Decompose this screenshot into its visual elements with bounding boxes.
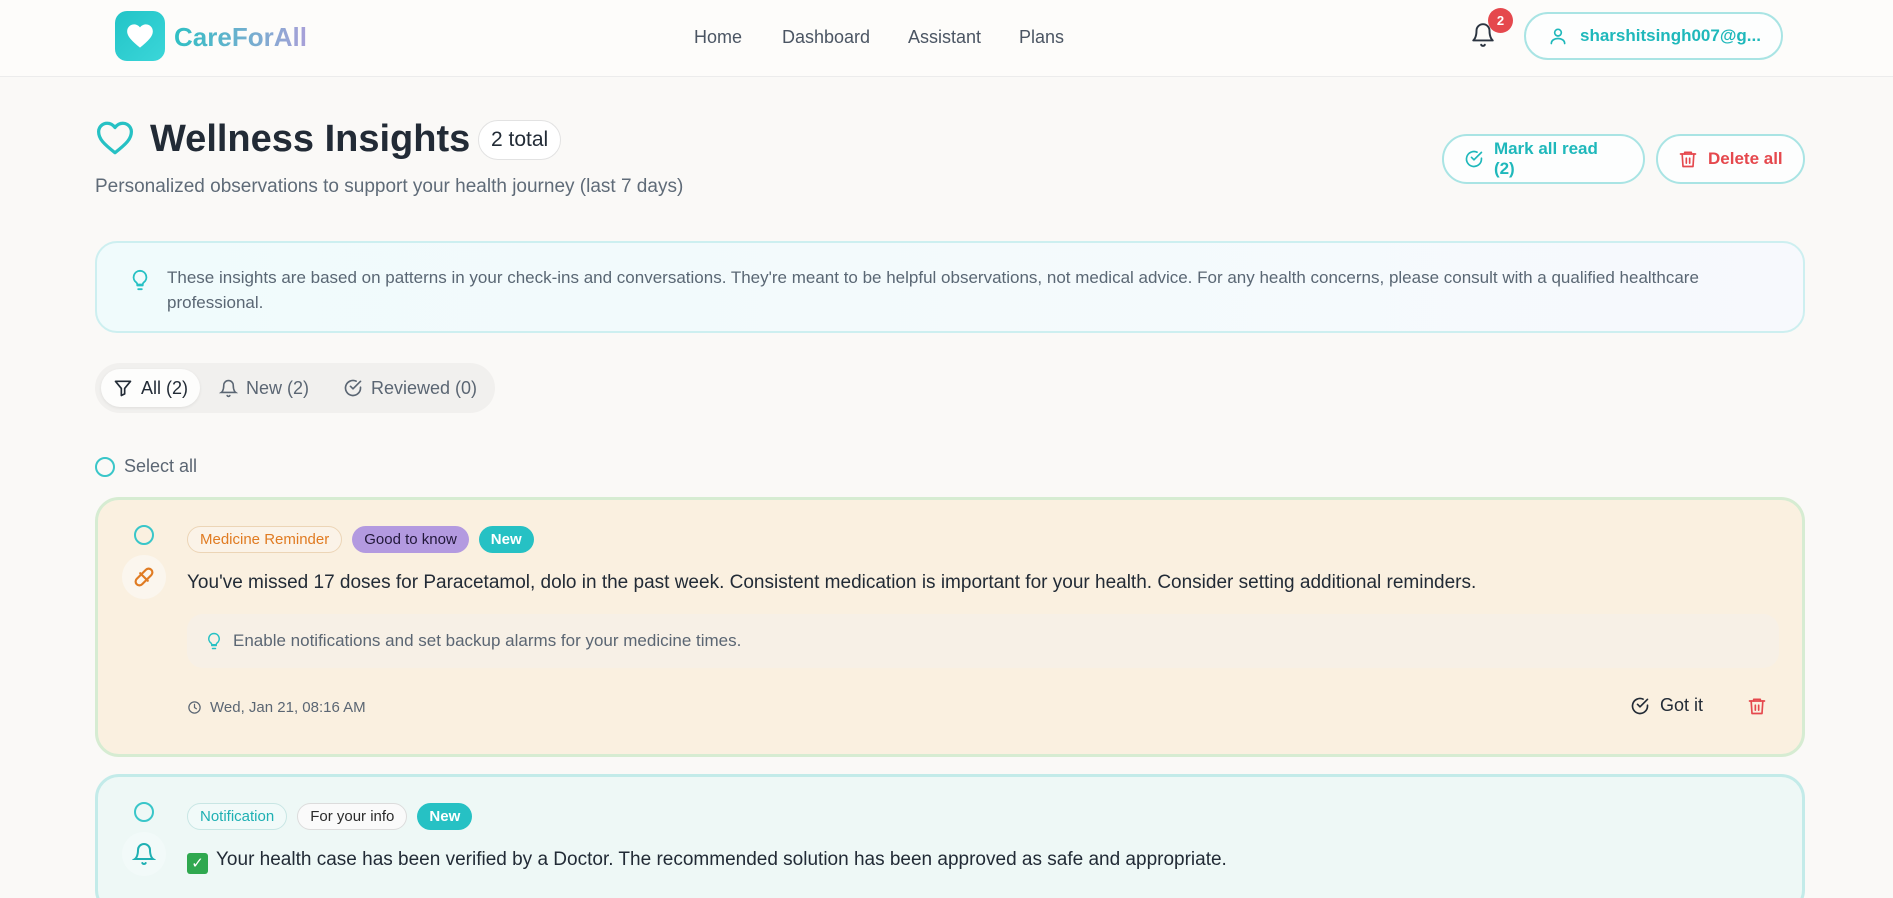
delete-insight-trash-icon[interactable] <box>1747 696 1767 721</box>
total-count-badge: 2 total <box>478 120 562 160</box>
check-circle-icon <box>1631 697 1649 714</box>
insight-message-row: ✓ Your health case has been verified by a… <box>187 849 1227 874</box>
top-navbar: CareForAll Home Dashboard Assistant Plan… <box>0 0 1893 77</box>
bell-icon <box>122 832 166 876</box>
insight-tags: Notification For your info New <box>187 803 473 830</box>
insight-tags: Medicine Reminder Good to know New <box>187 526 534 553</box>
mark-all-read-button[interactable]: Mark all read (2) <box>1442 134 1645 184</box>
user-account-button[interactable]: sharshitsingh007@g... <box>1524 12 1783 60</box>
insight-timestamp: Wed, Jan 21, 08:16 AM <box>187 699 366 716</box>
category-tag: Medicine Reminder <box>187 526 343 553</box>
status-badge: New <box>417 803 473 830</box>
insight-message: Your health case has been verified by a … <box>216 849 1227 870</box>
check-circle-icon <box>1465 150 1483 168</box>
filter-icon <box>114 380 132 397</box>
insight-card: Notification For your info New ✓ Your hea… <box>95 774 1805 898</box>
brand-name[interactable]: CareForAll <box>174 22 307 53</box>
tip-text: Enable notifications and set backup alar… <box>233 631 742 650</box>
filter-tabs: All (2) New (2) Reviewed (0) <box>95 363 495 413</box>
notification-count-badge: 2 <box>1488 8 1513 33</box>
filter-tab-new[interactable]: New (2) <box>207 369 321 407</box>
user-icon <box>1550 28 1566 45</box>
insight-select-checkbox[interactable] <box>134 525 154 545</box>
nav-home[interactable]: Home <box>694 27 742 48</box>
page-title: Wellness Insights <box>150 118 471 160</box>
trash-icon <box>1679 151 1697 168</box>
delete-all-button[interactable]: Delete all <box>1656 134 1805 184</box>
page-subtitle: Personalized observations to support you… <box>95 176 684 197</box>
clock-icon <box>188 701 201 714</box>
disclaimer-text: These insights are based on patterns in … <box>167 268 1699 312</box>
insight-card: Medicine Reminder Good to know New You'v… <box>95 497 1805 757</box>
category-tag: Notification <box>187 803 288 830</box>
bell-icon <box>219 379 238 397</box>
heart-icon <box>95 120 135 161</box>
check-mark-icon: ✓ <box>187 852 208 874</box>
insight-message: You've missed 17 doses for Paracetamol, … <box>187 572 1477 593</box>
pill-icon <box>122 555 166 599</box>
filter-tab-all[interactable]: All (2) <box>101 369 201 407</box>
select-all-checkbox[interactable] <box>95 456 115 477</box>
nav-assistant[interactable]: Assistant <box>908 27 981 48</box>
nav-plans[interactable]: Plans <box>1019 27 1064 48</box>
status-badge: New <box>478 526 534 553</box>
severity-tag: For your info <box>297 803 408 830</box>
check-circle-icon <box>344 379 362 397</box>
severity-tag: Good to know <box>352 526 469 553</box>
nav-dashboard[interactable]: Dashboard <box>782 27 870 48</box>
insight-select-checkbox[interactable] <box>134 802 154 822</box>
disclaimer-banner: These insights are based on patterns in … <box>95 241 1805 333</box>
lightbulb-icon <box>208 632 220 650</box>
logo-heart-icon[interactable] <box>115 11 165 61</box>
lightbulb-icon <box>129 267 151 298</box>
user-email: sharshitsingh007@g... <box>1580 26 1761 45</box>
filter-tab-reviewed[interactable]: Reviewed (0) <box>331 369 489 407</box>
select-all-toggle[interactable]: Select all <box>95 456 197 477</box>
got-it-button[interactable]: Got it <box>1630 695 1703 716</box>
insight-tip: Enable notifications and set backup alar… <box>187 614 1779 668</box>
